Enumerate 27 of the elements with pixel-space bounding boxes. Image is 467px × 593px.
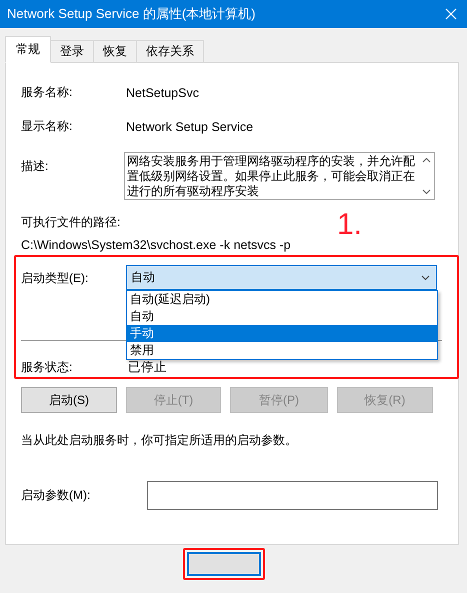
startup-type-dropdown[interactable]: 自动 (126, 265, 437, 290)
scroll-up-icon[interactable] (422, 157, 430, 163)
dropdown-option[interactable]: 自动 (127, 308, 437, 325)
field-label: 显示名称: (21, 118, 74, 135)
field-label: 启动类型(E): (21, 270, 90, 287)
dropdown-option[interactable]: 自动(延迟启动) (127, 291, 437, 308)
field-label: 服务名称: (21, 84, 74, 101)
field-label: 启动参数(M): (21, 487, 92, 504)
field-value: Network Setup Service (126, 120, 254, 134)
path-value: C:\Windows\System32\svchost.exe -k netsvcs -p (21, 238, 291, 252)
dropdown-option[interactable]: 禁用 (127, 342, 437, 359)
close-icon[interactable] (445, 8, 457, 20)
window-title: Network Setup Service 的属性(本地计算机) (7, 5, 256, 23)
hint-text: 当从此处启动服务时，你可指定所适用的启动参数。 (21, 432, 297, 449)
field-label: 服务状态: (21, 359, 74, 376)
tab[interactable]: 常规 (5, 36, 51, 63)
service-button[interactable]: 启动(S) (21, 387, 117, 413)
field-label: 描述: (21, 158, 50, 175)
tab[interactable]: 依存关系 (136, 40, 204, 62)
dropdown-option[interactable]: 手动 (127, 325, 437, 342)
input-field[interactable] (147, 481, 438, 510)
field-label: 可执行文件的路径: (21, 214, 120, 231)
chevron-down-icon (421, 274, 430, 280)
scroll-down-icon[interactable] (422, 189, 430, 195)
status-value: 已停止 (128, 359, 167, 376)
annotation-number: 1. (337, 208, 362, 242)
field-value: NetSetupSvc (126, 86, 199, 100)
